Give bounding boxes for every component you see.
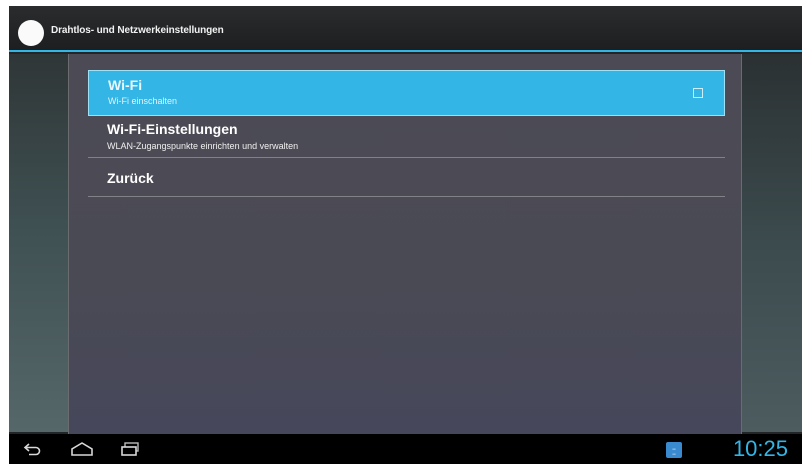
action-bar-divider (9, 50, 802, 52)
list-item-wifi[interactable]: Wi-Fi Wi-Fi einschalten (88, 70, 725, 116)
recent-apps-icon[interactable] (120, 441, 142, 457)
home-icon[interactable] (69, 441, 95, 457)
list-item-title: Wi-Fi (108, 77, 143, 93)
list-item-title: Wi-Fi-Einstellungen (107, 121, 238, 137)
list-item-back[interactable]: Zurück (88, 158, 725, 197)
page-title: Drahtlos- und Netzwerkeinstellungen (51, 25, 224, 36)
device-screen: Drahtlos- und Netzwerkeinstellungen Wi-F… (9, 6, 802, 464)
clock[interactable]: 10:25 (733, 436, 788, 462)
back-icon[interactable] (23, 441, 43, 457)
list-item-wifi-settings[interactable]: Wi-Fi-Einstellungen WLAN-Zugangspunkte e… (88, 116, 725, 158)
system-bar: ▪▪▪ ▪▪▪ 10:25 (9, 434, 802, 464)
list-item-title: Zurück (107, 170, 154, 186)
action-bar: Drahtlos- und Netzwerkeinstellungen (9, 6, 802, 51)
background-right (740, 54, 802, 432)
list-item-subtitle: WLAN-Zugangspunkte einrichten und verwal… (107, 141, 299, 151)
settings-icon[interactable] (18, 20, 44, 46)
settings-panel: Wi-Fi Wi-Fi einschalten Wi-Fi-Einstellun… (68, 54, 742, 434)
wifi-checkbox[interactable] (693, 88, 703, 98)
background-left (9, 54, 68, 432)
notification-app-icon[interactable]: ▪▪▪ ▪▪▪ (666, 442, 682, 458)
settings-list: Wi-Fi Wi-Fi einschalten Wi-Fi-Einstellun… (88, 70, 725, 197)
list-item-subtitle: Wi-Fi einschalten (108, 96, 178, 106)
